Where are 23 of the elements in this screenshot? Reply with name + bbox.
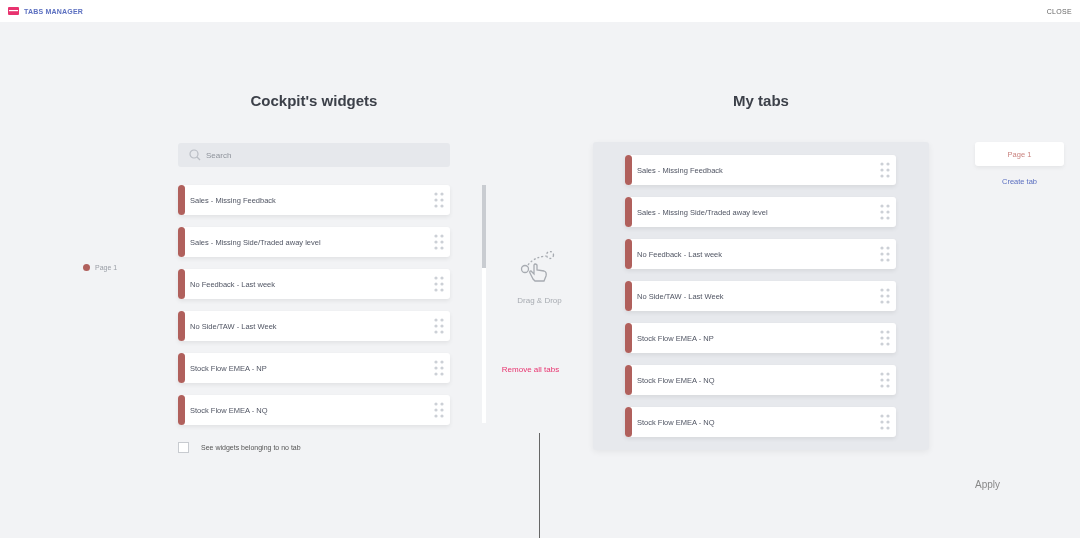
drag-handle-icon[interactable] [880,246,890,262]
drag-handle-icon[interactable] [880,372,890,388]
drag-handle-icon[interactable] [880,414,890,430]
drag-handle-icon[interactable] [434,402,444,418]
remove-all-link[interactable]: Remove all tabs [501,365,560,374]
drag-drop-hint: Drag & Drop [517,296,562,305]
section-title: My tabs [732,92,790,111]
drag-gesture-icon [519,251,556,283]
drag-handle-icon[interactable] [434,192,444,208]
drag-handle-icon[interactable] [434,360,444,376]
drag-handle-icon[interactable] [880,330,890,346]
search-field[interactable]: Search [178,143,450,167]
section-title: Cockpit's widgets [249,92,379,111]
drag-handle-icon[interactable] [880,204,890,220]
search-icon [189,149,201,161]
drag-handle-icon[interactable] [880,162,890,178]
card-icon [8,7,19,15]
drag-handle-icon[interactable] [880,288,890,304]
drag-handle-icon[interactable] [434,318,444,334]
scrollbar[interactable] [482,185,486,423]
drag-handle-icon[interactable] [434,234,444,250]
drag-handle-icon[interactable] [434,276,444,292]
checkbox[interactable] [178,442,189,453]
